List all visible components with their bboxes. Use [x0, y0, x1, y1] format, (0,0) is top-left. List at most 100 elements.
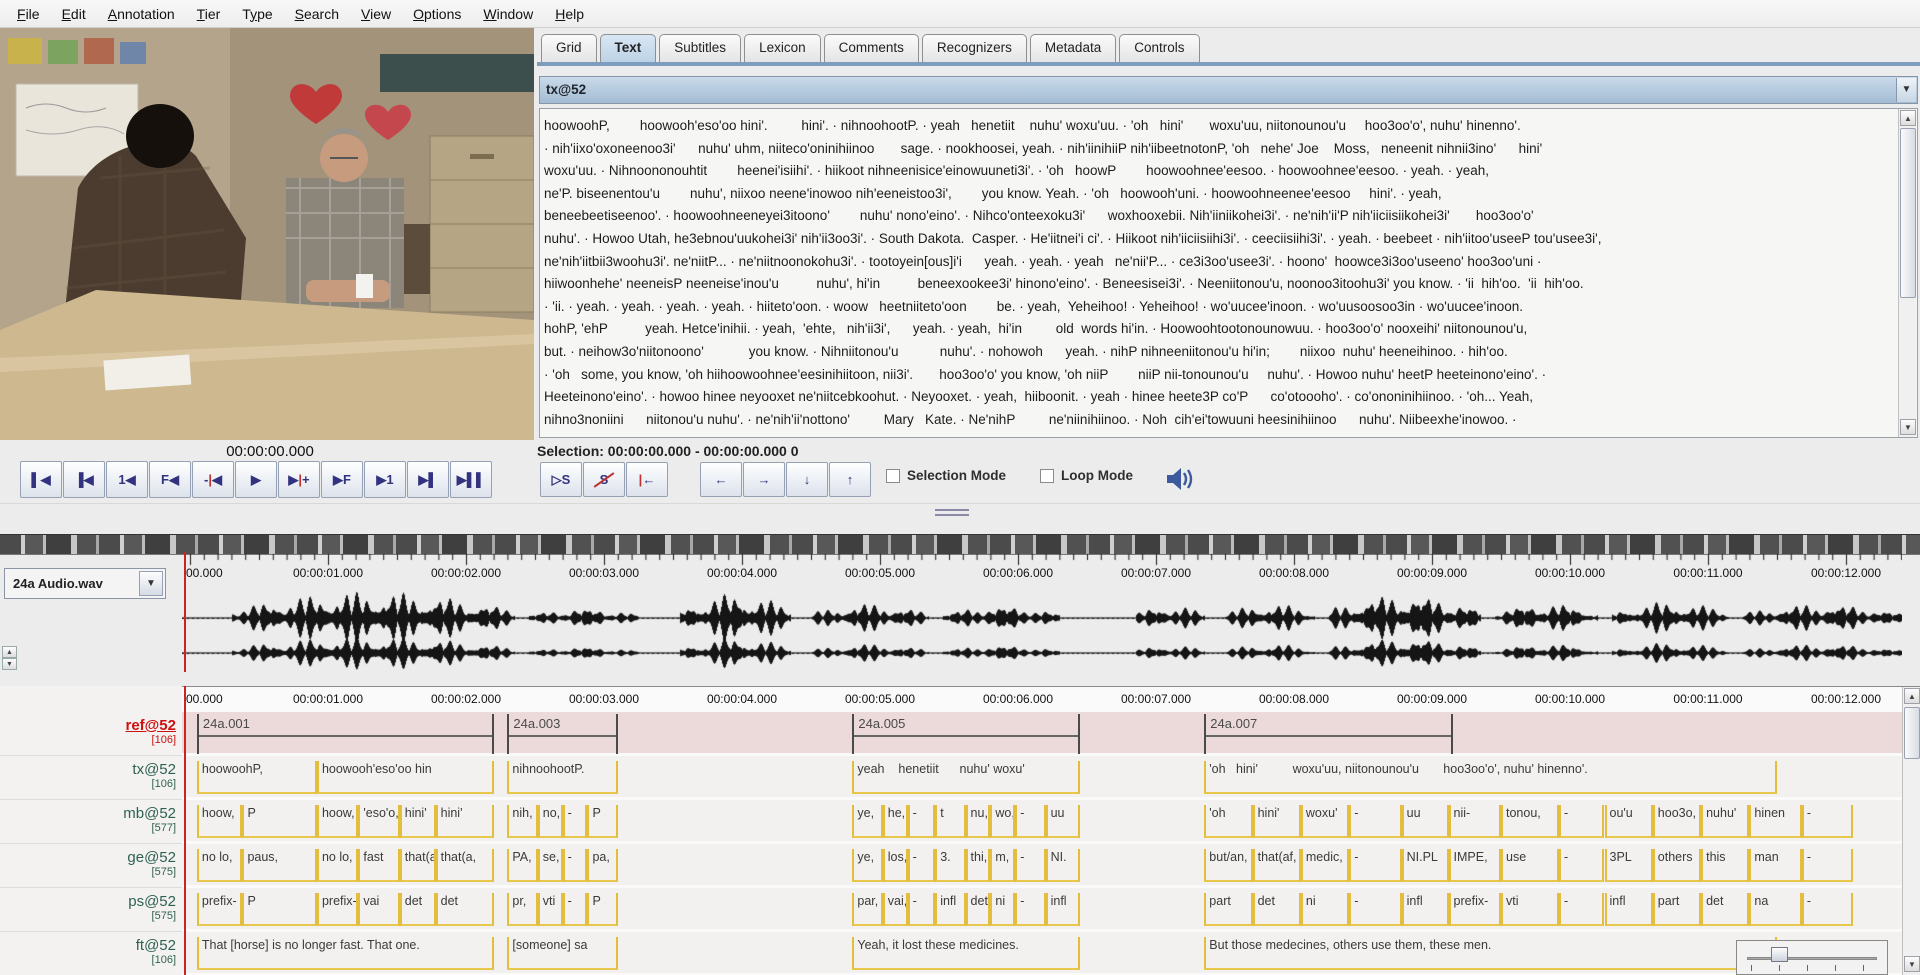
annotation-ps[interactable]: det — [436, 893, 494, 926]
annotation-ge[interactable]: IMPE, — [1449, 849, 1501, 882]
annotation-ft[interactable]: Yeah, it lost these medicines. — [852, 937, 1080, 970]
annotation-tx[interactable]: hoowoohP, — [197, 761, 317, 794]
clear-selection-button[interactable]: S — [583, 462, 625, 497]
play-selection-button[interactable]: ▷S — [540, 462, 582, 497]
go-to-begin-button[interactable]: ▌◀ — [20, 461, 62, 498]
tier-label-tx[interactable]: tx@52[106] — [0, 756, 182, 800]
annotation-ge[interactable]: medic, — [1301, 849, 1349, 882]
annotation-mb[interactable]: ou'u — [1605, 805, 1653, 838]
text-scrollbar[interactable]: ▲ ▼ — [1898, 109, 1916, 437]
annotation-ref[interactable]: 24a.005 — [852, 714, 1080, 754]
annotation-ge[interactable]: m, — [990, 849, 1015, 882]
tab-recognizers[interactable]: Recognizers — [922, 34, 1027, 62]
annotation-ps[interactable]: det — [400, 893, 436, 926]
annotation-mb[interactable]: t — [935, 805, 965, 838]
annotation-ref[interactable]: 24a.007 — [1204, 714, 1452, 754]
annotation-ge[interactable]: 3. — [935, 849, 965, 882]
annotation-ps[interactable]: - — [1349, 893, 1401, 926]
annotation-ps[interactable]: det — [966, 893, 991, 926]
annotation-mb[interactable]: P — [242, 805, 317, 838]
annotation-mb[interactable]: - — [1349, 805, 1401, 838]
annotation-ge[interactable]: use — [1501, 849, 1559, 882]
annotation-ge[interactable]: pa, — [587, 849, 617, 882]
annotation-ge[interactable]: no lo, — [317, 849, 358, 882]
tab-metadata[interactable]: Metadata — [1030, 34, 1116, 62]
annotation-mb[interactable]: 'oh — [1204, 805, 1252, 838]
annotation-ps[interactable]: P — [587, 893, 617, 926]
annotation-mb[interactable]: hini' — [1253, 805, 1301, 838]
annotation-ps[interactable]: ni — [990, 893, 1015, 926]
annotation-mb[interactable]: hini' — [400, 805, 436, 838]
annotation-ps[interactable]: part — [1653, 893, 1701, 926]
annotation-tx[interactable]: hoowooh'eso'oo hin — [317, 761, 494, 794]
annotation-ps[interactable]: vti — [538, 893, 563, 926]
annotation-ge[interactable]: NI. — [1046, 849, 1081, 882]
selection-mode-checkbox[interactable]: Selection Mode — [886, 468, 1006, 483]
annotation-mb[interactable]: - — [1559, 805, 1605, 838]
annotation-ps[interactable]: - — [908, 893, 936, 926]
audio-source-dropdown[interactable]: 24a Audio.wav ▼ — [4, 568, 166, 599]
annotation-ps[interactable]: pr, — [507, 893, 537, 926]
annotation-ft[interactable]: That [horse] is no longer fast. That one… — [197, 937, 494, 970]
scroll-down-icon[interactable]: ▼ — [1904, 956, 1920, 972]
annotation-ge[interactable]: ye, — [852, 849, 882, 882]
scroll-up-icon[interactable]: ▲ — [2, 646, 17, 658]
annotation-ps[interactable]: vti — [1501, 893, 1559, 926]
previous-scrollview-button[interactable]: ▐◀ — [63, 461, 105, 498]
annotation-ref[interactable]: 24a.003 — [507, 714, 617, 754]
annotation-mb[interactable]: P — [587, 805, 617, 838]
annotation-ps[interactable]: part — [1204, 893, 1252, 926]
annotation-mb[interactable]: - — [1802, 805, 1853, 838]
annotation-ps[interactable]: par, — [852, 893, 882, 926]
annotation-mb[interactable]: woxu' — [1301, 805, 1349, 838]
annotation-ps[interactable]: prefix- — [1449, 893, 1501, 926]
timeline-scrollbar[interactable]: ▲ ▼ — [1902, 687, 1920, 975]
tier-label-ps[interactable]: ps@52[575] — [0, 888, 182, 932]
annotation-ge[interactable]: others — [1653, 849, 1701, 882]
annotation-ps[interactable]: - — [563, 893, 588, 926]
annotation-ge[interactable]: paus, — [242, 849, 317, 882]
annotation-ge[interactable]: NI.PL — [1402, 849, 1449, 882]
annotation-ps[interactable]: prefix- — [317, 893, 358, 926]
annotation-ps[interactable]: P — [242, 893, 317, 926]
split-pane-divider[interactable] — [0, 503, 1920, 519]
annotation-mb[interactable]: hini' — [436, 805, 494, 838]
waveform-scroll-arrows[interactable]: ▲ ▼ — [2, 646, 17, 672]
menu-help[interactable]: Help — [544, 2, 595, 26]
annotation-ref[interactable]: 24a.001 — [197, 714, 494, 754]
tier-label-ft[interactable]: ft@52[106] — [0, 932, 182, 975]
annotation-ps[interactable]: ni — [1301, 893, 1349, 926]
annotation-ge[interactable]: - — [1802, 849, 1853, 882]
tab-text[interactable]: Text — [600, 34, 657, 62]
annotation-ps[interactable]: na — [1749, 893, 1801, 926]
annotation-mb[interactable]: wo, — [990, 805, 1015, 838]
annotation-mb[interactable]: uu — [1046, 805, 1081, 838]
annotation-mb[interactable]: he, — [883, 805, 908, 838]
menu-annotation[interactable]: Annotation — [97, 2, 186, 26]
annotation-tx[interactable]: 'oh hini' woxu'uu, niitonounou'u hoo3oo'… — [1204, 761, 1777, 794]
loop-mode-checkbox[interactable]: Loop Mode — [1040, 468, 1133, 483]
annotation-mb[interactable]: nih, — [507, 805, 537, 838]
annotation-ge[interactable]: - — [1015, 849, 1045, 882]
annotation-ps[interactable]: infl — [1046, 893, 1081, 926]
annotation-ps[interactable]: infl — [935, 893, 965, 926]
menu-tier[interactable]: Tier — [186, 2, 232, 26]
annotation-mb[interactable]: ye, — [852, 805, 882, 838]
annotation-ge[interactable]: PA, — [507, 849, 537, 882]
annotation-ge[interactable]: se, — [538, 849, 563, 882]
checkbox-icon[interactable] — [1040, 469, 1054, 483]
annotation-ge[interactable]: - — [563, 849, 588, 882]
tab-comments[interactable]: Comments — [824, 34, 919, 62]
tab-grid[interactable]: Grid — [541, 34, 597, 62]
annotation-mb[interactable]: 'eso'o, — [358, 805, 399, 838]
annotation-ge[interactable]: that(a, — [400, 849, 436, 882]
zoom-slider-box[interactable] — [1736, 940, 1888, 975]
zoom-slider-thumb[interactable] — [1771, 947, 1788, 962]
annotation-ge[interactable]: - — [908, 849, 936, 882]
annotation-ge[interactable]: that(a, — [436, 849, 494, 882]
annotation-ge[interactable]: no lo, — [197, 849, 243, 882]
annotation-ge[interactable]: - — [1559, 849, 1605, 882]
tab-subtitles[interactable]: Subtitles — [659, 34, 741, 62]
annotation-ps[interactable]: infl — [1605, 893, 1653, 926]
annotation-ge[interactable]: thi, — [966, 849, 991, 882]
